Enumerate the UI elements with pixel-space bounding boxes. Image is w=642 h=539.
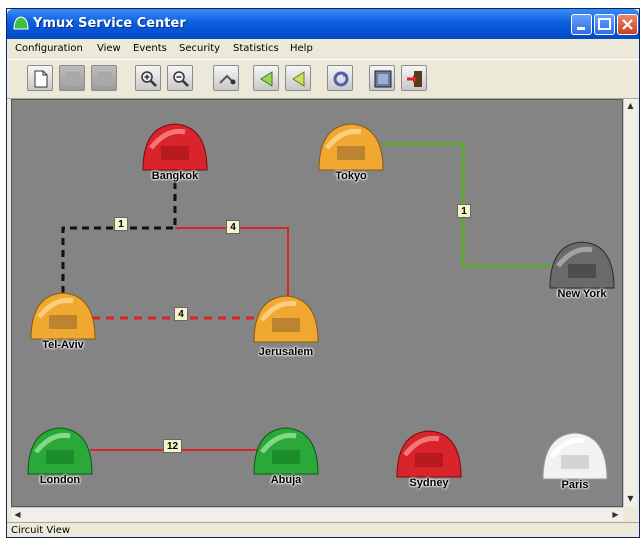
menu-help[interactable]: Help: [290, 43, 313, 54]
toolbar: [7, 59, 639, 99]
menu-view[interactable]: View: [97, 43, 121, 54]
router-dome-icon: [542, 432, 608, 480]
router-dome-icon: [253, 295, 319, 343]
back-icon: [260, 71, 273, 87]
router-dome-icon: [30, 292, 96, 340]
minimize-icon: [577, 27, 585, 30]
router-dome-icon: [27, 427, 93, 475]
link-label: 4: [174, 307, 188, 321]
disabled-button-2[interactable]: [91, 65, 117, 91]
title-bar[interactable]: Ymux Service Center: [7, 9, 639, 39]
vertical-scrollbar[interactable]: ▲ ▼: [623, 99, 637, 507]
node-paris[interactable]: Paris: [535, 427, 615, 497]
node-abuja[interactable]: Abuja: [246, 422, 326, 492]
disabled-button-1[interactable]: [59, 65, 85, 91]
menu-security[interactable]: Security: [179, 43, 220, 54]
node-label: Tel-Aviv: [42, 339, 84, 351]
menu-events[interactable]: Events: [133, 43, 167, 54]
node-london[interactable]: London: [20, 422, 100, 492]
node-label: London: [39, 474, 81, 486]
app-window: Ymux Service Center Configuration View E…: [6, 8, 640, 538]
close-icon: [622, 19, 633, 30]
horizontal-scrollbar[interactable]: ◀ ▶: [11, 507, 623, 521]
zoom-in-icon: [141, 71, 157, 87]
link-label: 1: [114, 217, 128, 231]
maximize-button[interactable]: [594, 14, 615, 35]
app-logo-icon: [13, 16, 29, 30]
route-icon: [219, 74, 236, 85]
maximize-icon: [598, 18, 611, 30]
node-label: Tokyo: [335, 170, 367, 182]
node-new-york[interactable]: New York: [542, 236, 622, 306]
scroll-up-icon[interactable]: ▲: [624, 99, 637, 112]
refresh-icon: [333, 71, 349, 87]
zoom-in-button[interactable]: [135, 65, 161, 91]
node-label: Abuja: [270, 474, 302, 486]
forward-icon: [292, 71, 305, 87]
status-bar: Circuit View: [7, 522, 639, 539]
route-button[interactable]: [213, 65, 239, 91]
node-bangkok[interactable]: Bangkok: [135, 118, 215, 188]
zoom-out-button[interactable]: [167, 65, 193, 91]
status-text: Circuit View: [11, 525, 71, 536]
link-bangkok-jerusalem[interactable]: [175, 227, 289, 296]
zoom-out-icon: [173, 71, 189, 87]
exit-icon: [407, 71, 422, 87]
menu-bar: Configuration View Events Security Stati…: [7, 39, 639, 59]
link-label: 12: [163, 439, 182, 453]
node-sydney[interactable]: Sydney: [389, 425, 469, 495]
node-tel-aviv[interactable]: Tel-Aviv: [23, 287, 103, 357]
new-icon: [34, 70, 48, 88]
router-dome-icon: [396, 430, 462, 478]
new-button[interactable]: [27, 65, 53, 91]
router-dome-icon: [142, 123, 208, 171]
router-dome-icon: [318, 123, 384, 171]
link-label: 1: [457, 204, 471, 218]
minimize-button[interactable]: [571, 14, 592, 35]
router-dome-icon: [253, 427, 319, 475]
menu-configuration[interactable]: Configuration: [15, 43, 83, 54]
view-icon: [374, 70, 392, 88]
node-label: Paris: [561, 479, 589, 491]
node-jerusalem[interactable]: Jerusalem: [246, 290, 326, 360]
close-button[interactable]: [617, 14, 638, 35]
window-title: Ymux Service Center: [33, 16, 186, 31]
exit-button[interactable]: [401, 65, 427, 91]
node-tokyo[interactable]: Tokyo: [311, 118, 391, 188]
link-label: 4: [226, 220, 240, 234]
menu-statistics[interactable]: Statistics: [233, 43, 279, 54]
node-label: Bangkok: [151, 170, 199, 182]
forward-button[interactable]: [285, 65, 311, 91]
disabled-icon: [98, 72, 112, 86]
node-label: Sydney: [409, 477, 449, 489]
view-button[interactable]: [369, 65, 395, 91]
scroll-down-icon[interactable]: ▼: [624, 492, 637, 505]
circuit-view-canvas[interactable]: 1 4 4 1 12 Bangkok Tokyo Tel-Aviv Jerusa…: [11, 99, 623, 507]
scroll-left-icon[interactable]: ◀: [11, 508, 24, 521]
node-label: Jerusalem: [258, 346, 314, 358]
node-label: New York: [557, 288, 607, 300]
refresh-button[interactable]: [327, 65, 353, 91]
disabled-icon: [66, 72, 80, 86]
scroll-right-icon[interactable]: ▶: [609, 508, 622, 521]
router-dome-icon: [549, 241, 615, 289]
back-button[interactable]: [253, 65, 279, 91]
